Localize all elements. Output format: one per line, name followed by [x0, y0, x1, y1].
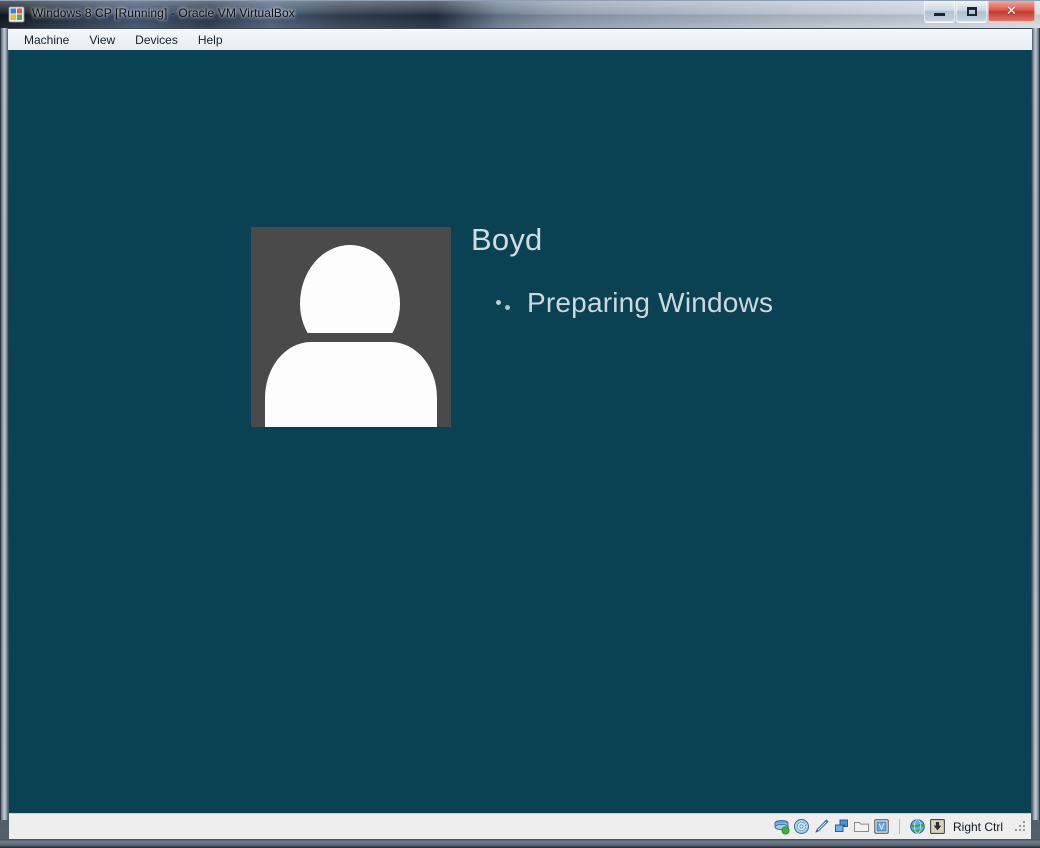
- window-titlebar[interactable]: Windows 8 CP [Running] - Oracle VM Virtu…: [0, 0, 1040, 28]
- menubar: Machine View Devices Help: [8, 29, 1032, 50]
- window-frame-left[interactable]: [0, 28, 8, 820]
- window-frame-bottom[interactable]: [0, 839, 1040, 848]
- video-capture-icon[interactable]: V: [873, 818, 890, 835]
- hard-disk-icon[interactable]: [773, 818, 790, 835]
- virtualbox-icon: [8, 6, 25, 23]
- optical-drive-icon[interactable]: [793, 818, 810, 835]
- menu-item-devices[interactable]: Devices: [127, 30, 186, 50]
- minimize-button[interactable]: [924, 1, 955, 23]
- close-button[interactable]: ✕: [988, 1, 1035, 23]
- host-key-icon[interactable]: [929, 818, 946, 835]
- window-title: Windows 8 CP [Running] - Oracle VM Virtu…: [32, 6, 295, 20]
- minimize-icon: [925, 1, 954, 22]
- menu-item-view[interactable]: View: [81, 30, 123, 50]
- preparing-status-row: Preparing Windows: [479, 282, 899, 332]
- shared-folders-icon[interactable]: [853, 818, 870, 835]
- user-name: Boyd: [471, 222, 543, 257]
- resize-grip[interactable]: [1014, 820, 1027, 833]
- user-avatar: [251, 227, 451, 427]
- vm-guest-screen[interactable]: Boyd Preparing Windows: [9, 50, 1031, 820]
- network-adapters-icon[interactable]: [833, 818, 850, 835]
- statusbar-device-icons: V Right Ctrl: [773, 818, 1027, 835]
- statusbar-separator: [898, 819, 900, 834]
- virtualbox-window: Windows 8 CP [Running] - Oracle VM Virtu…: [0, 0, 1040, 848]
- menu-item-machine[interactable]: Machine: [16, 30, 77, 50]
- svg-text:V: V: [879, 823, 885, 832]
- close-icon: ✕: [1006, 4, 1017, 19]
- maximize-icon: [957, 1, 986, 22]
- maximize-button[interactable]: [956, 1, 987, 23]
- floppy-drive-icon[interactable]: [813, 818, 830, 835]
- vm-statusbar: V Right Ctrl: [9, 813, 1031, 839]
- host-key-label: Right Ctrl: [952, 819, 1003, 834]
- window-controls: ✕: [923, 1, 1035, 23]
- avatar-shoulders-shape: [265, 342, 437, 427]
- menu-item-help[interactable]: Help: [190, 30, 231, 50]
- remote-display-icon[interactable]: [909, 818, 926, 835]
- status-message: Preparing Windows: [527, 287, 774, 318]
- window-frame-right[interactable]: [1032, 28, 1040, 820]
